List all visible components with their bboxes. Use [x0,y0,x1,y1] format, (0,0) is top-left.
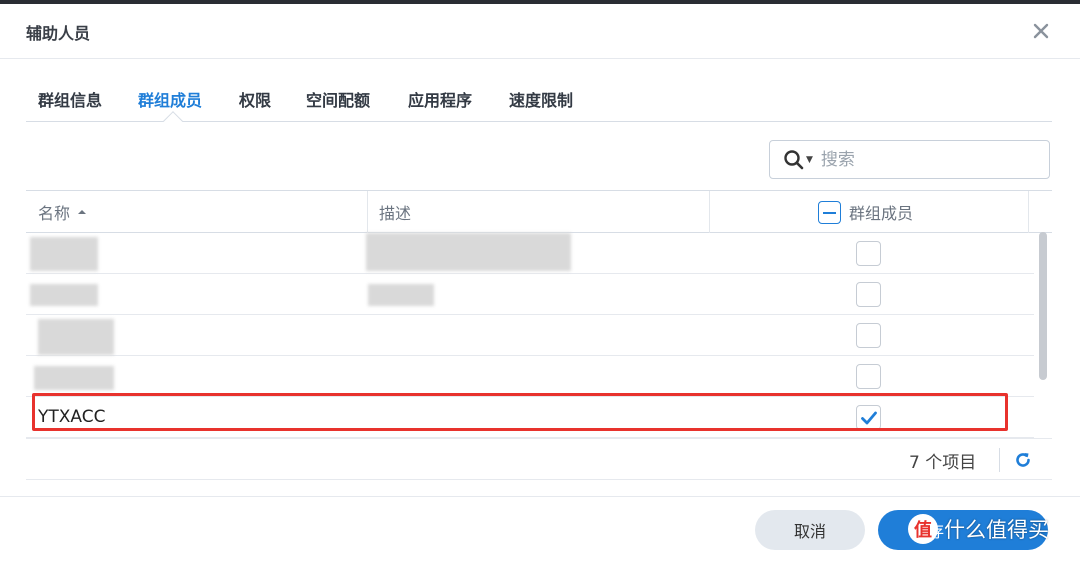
search-box[interactable]: ▼ [769,140,1050,179]
member-checkbox[interactable] [856,282,881,307]
member-checkbox-checked[interactable] [856,405,881,430]
grid-header: 名称 描述 群组成员 [26,191,1052,233]
redacted-name [30,284,98,306]
search-input[interactable] [820,149,1001,170]
column-separator [709,191,710,233]
tab-group-info[interactable]: 群组信息 [38,87,102,111]
table-row[interactable] [26,233,1034,274]
checkmark-icon [861,411,877,425]
grid-scrollbar[interactable] [1039,232,1047,380]
indeterminate-icon [823,211,836,214]
column-header-member-label: 群组成员 [849,204,914,223]
dialog-footer-divider [0,496,1080,497]
close-button[interactable] [1028,18,1054,44]
sort-ascending-icon [78,210,87,214]
tab-group-members[interactable]: 群组成员 [138,87,202,111]
tab-quota[interactable]: 空间配额 [306,87,370,111]
site-watermark: 值 什么值得买 [908,514,1049,544]
tab-permissions[interactable]: 权限 [239,87,271,111]
redacted-name [30,237,98,271]
dialog-title: 辅助人员 [26,24,91,43]
select-all-checkbox[interactable] [818,200,841,224]
cancel-button[interactable]: 取消 [755,510,865,550]
refresh-icon [1016,453,1030,467]
search-icon[interactable] [784,149,804,170]
column-separator [367,191,368,233]
search-dropdown-icon[interactable]: ▼ [806,155,813,165]
tab-bar: 群组信息 群组成员 权限 空间配额 应用程序 速度限制 [26,76,1052,131]
table-row[interactable] [26,274,1034,315]
tab-speed-limit[interactable]: 速度限制 [509,87,573,111]
grid-footer: 7 个项目 [26,438,1052,480]
close-icon [1033,23,1049,39]
column-header-name[interactable]: 名称 [38,191,88,233]
column-header-member[interactable]: 群组成员 [818,191,913,233]
table-row[interactable] [26,356,1034,397]
redacted-description [366,233,571,271]
column-separator [1028,191,1029,233]
footer-separator [999,448,1000,472]
column-header-name-label: 名称 [38,204,71,223]
redacted-name [38,319,114,355]
table-row[interactable] [26,315,1034,356]
watermark-logo-icon: 值 [908,514,938,544]
header-divider [0,58,1080,59]
active-tab-pointer [163,111,183,131]
member-grid: 名称 描述 群组成员 YTXACC [26,190,1052,480]
window-top-bar [0,0,1080,4]
member-name: YTXACC [38,407,106,427]
watermark-text: 什么值得买 [944,518,1049,542]
tab-applications[interactable]: 应用程序 [408,87,472,111]
refresh-button[interactable] [1011,448,1035,472]
redacted-name [34,366,114,390]
member-checkbox[interactable] [856,241,881,266]
table-row[interactable]: YTXACC [26,397,1034,438]
member-checkbox[interactable] [856,323,881,348]
column-header-description[interactable]: 描述 [379,191,411,233]
member-checkbox[interactable] [856,364,881,389]
redacted-description [368,284,434,306]
item-count: 7 个项目 [909,452,977,473]
